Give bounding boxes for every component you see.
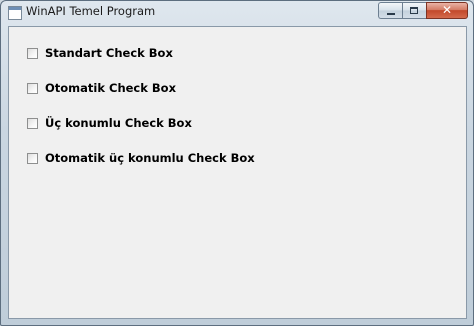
checkbox-otomatik[interactable]: Otomatik Check Box [27,80,176,96]
checkbox-box[interactable] [27,82,38,94]
checkbox-label[interactable]: Üç konumlu Check Box [45,116,192,130]
client-area: Standart Check Box Otomatik Check Box Üç… [8,26,467,319]
window-controls: ✕ [378,2,468,20]
title-bar[interactable]: WinAPI Temel Program ✕ [1,1,473,25]
checkbox-standart[interactable]: Standart Check Box [27,45,173,61]
checkbox-uc-konumlu[interactable]: Üç konumlu Check Box [27,115,192,131]
app-icon[interactable] [8,6,22,20]
window-title: WinAPI Temel Program [26,4,156,18]
checkbox-box[interactable] [27,117,38,129]
checkbox-label[interactable]: Standart Check Box [45,46,173,60]
maximize-icon [410,7,418,14]
close-icon: ✕ [441,3,453,17]
minimize-button[interactable] [378,2,402,19]
minimize-icon [387,13,395,15]
close-button[interactable]: ✕ [426,2,468,19]
checkbox-box[interactable] [27,47,38,59]
checkbox-label[interactable]: Otomatik Check Box [45,81,176,95]
checkbox-box[interactable] [27,152,38,164]
checkbox-label[interactable]: Otomatik üç konumlu Check Box [45,151,255,165]
maximize-button[interactable] [402,2,426,19]
app-window: WinAPI Temel Program ✕ Standart Check Bo… [0,0,474,326]
checkbox-otomatik-uc-konumlu[interactable]: Otomatik üç konumlu Check Box [27,150,255,166]
